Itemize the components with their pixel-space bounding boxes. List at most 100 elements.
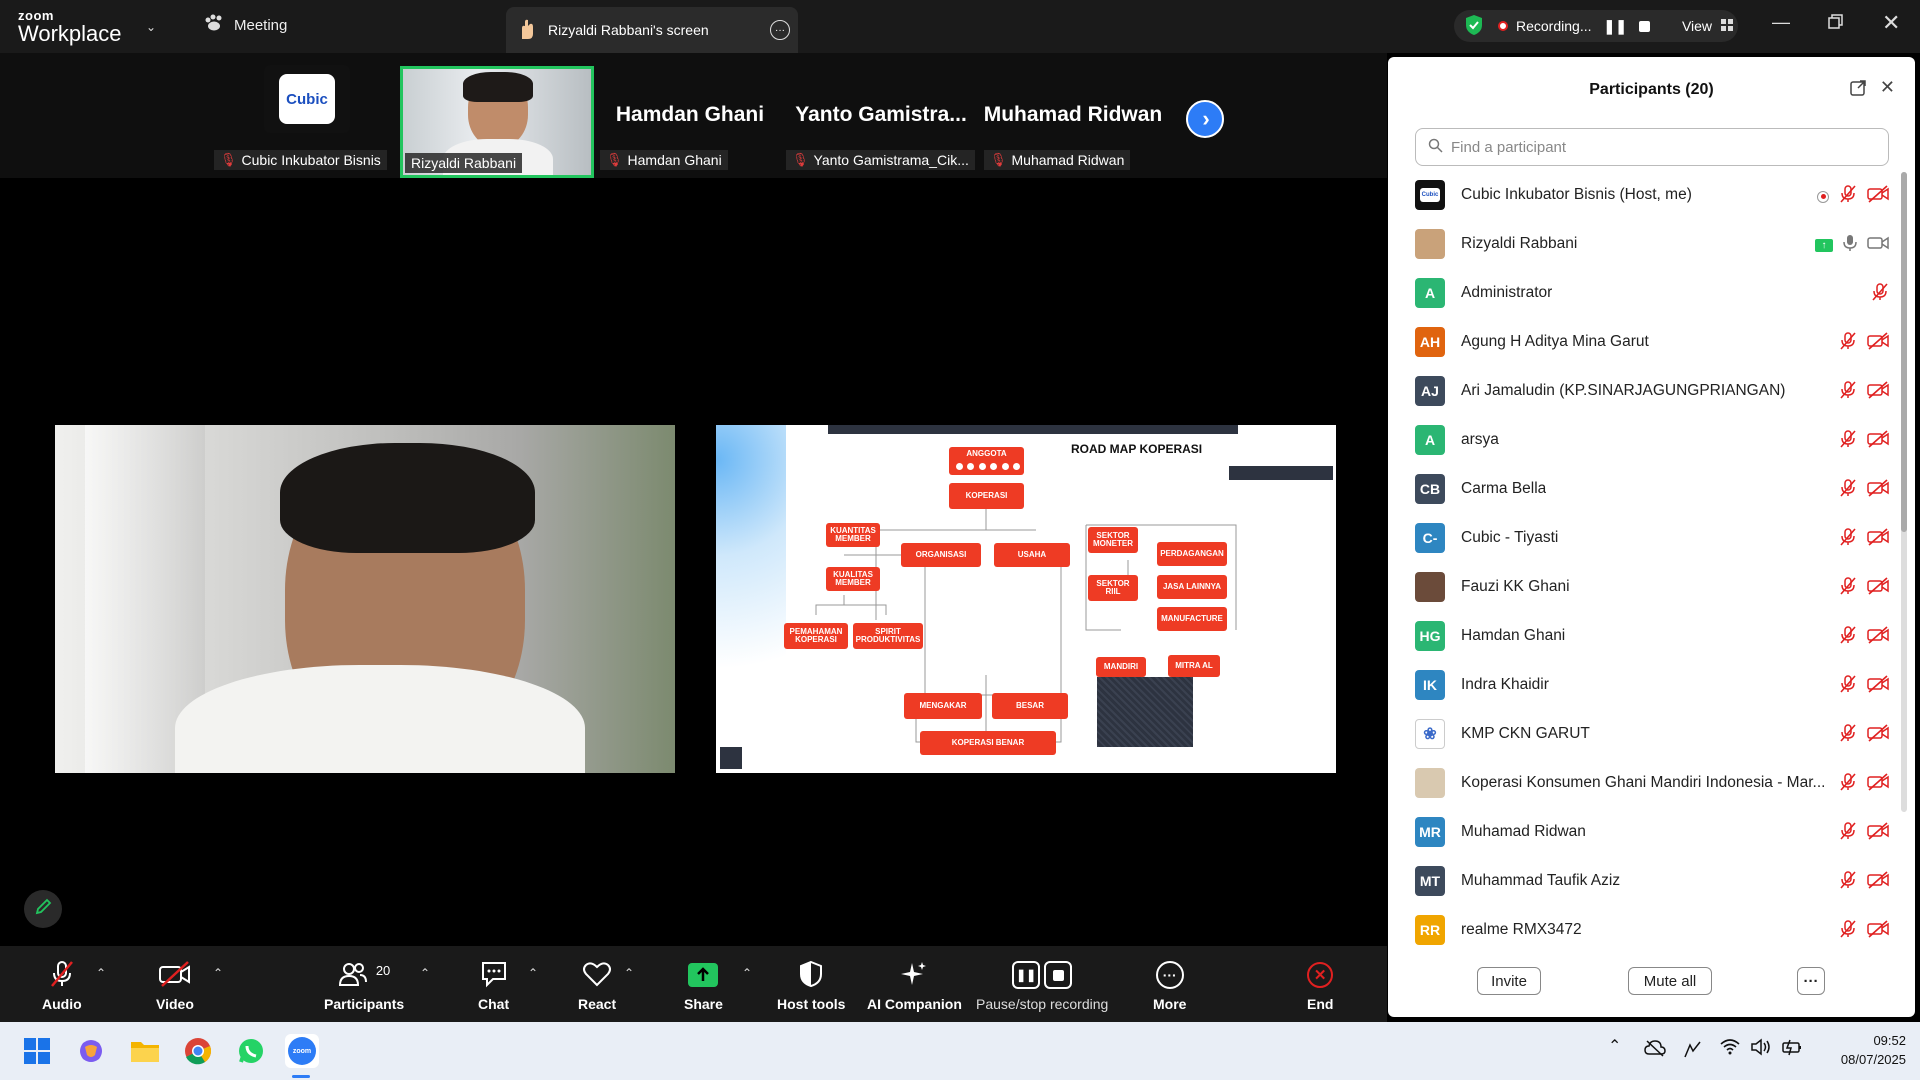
audio-options-caret-icon[interactable]: ⌃: [96, 966, 106, 980]
thumbnail-tile[interactable]: Muhamad Ridwan 🎙︎ Muhamad Ridwan: [978, 65, 1168, 175]
search-input[interactable]: Find a participant: [1415, 128, 1889, 166]
participant-row[interactable]: Rizyaldi Rabbani ↑: [1415, 219, 1889, 268]
end-icon: ✕: [1307, 962, 1334, 988]
chevron-up-icon[interactable]: ⌃: [1608, 1036, 1621, 1056]
thumbnail-tile[interactable]: Yanto Gamistra... 🎙︎ Yanto Gamistrama_Cik…: [786, 65, 976, 175]
clock-time: 09:52: [1873, 1033, 1906, 1048]
participants-options-caret-icon[interactable]: ⌃: [420, 966, 430, 980]
mute-all-button[interactable]: Mute all: [1628, 967, 1712, 995]
thumbnail-tile[interactable]: Hamdan Ghani 🎙︎ Hamdan Ghani: [600, 65, 780, 175]
audio-button[interactable]: Audio: [42, 960, 82, 1012]
node-spirit-produktivitas: SPIRIT PRODUKTIVITAS: [853, 623, 923, 649]
invite-button[interactable]: Invite: [1477, 967, 1541, 995]
participant-row[interactable]: A Administrator: [1415, 268, 1889, 317]
participant-row[interactable]: CB Carma Bella: [1415, 464, 1889, 513]
thumbnail-tile-active-speaker[interactable]: Rizyaldi Rabbani: [400, 66, 594, 178]
node-manufacture: MANUFACTURE: [1157, 607, 1227, 631]
participant-row[interactable]: MR Muhamad Ridwan: [1415, 807, 1889, 856]
more-options-button[interactable]: ···: [1797, 967, 1825, 995]
tab-meeting[interactable]: Meeting: [204, 14, 287, 36]
participant-name: Carma Bella: [1461, 479, 1547, 497]
stop-icon[interactable]: [1638, 20, 1650, 32]
mic-muted-icon: 🎙︎: [792, 152, 809, 167]
participants-button[interactable]: 20 Participants: [324, 960, 404, 1012]
hand-icon: [518, 18, 538, 43]
battery-icon[interactable]: [1780, 1038, 1804, 1061]
avatar: AJ: [1415, 375, 1445, 406]
share-button[interactable]: Share: [684, 960, 723, 1012]
thumbnail-tile[interactable]: Cubic 🎙︎ Cubic Inkubator Bisnis: [208, 65, 398, 175]
avatar: HG: [1415, 620, 1445, 651]
close-icon[interactable]: ✕: [1882, 10, 1900, 36]
mic-muted-icon: [1839, 625, 1857, 650]
zoom-workplace-logo: zoom Workplace: [18, 9, 122, 45]
participant-row[interactable]: Koperasi Konsumen Ghani Mandiri Indonesi…: [1415, 758, 1889, 807]
title-bar: zoom Workplace ⌄ Meeting Rizyaldi Rabban…: [0, 0, 1920, 53]
ai-companion-button[interactable]: AI Companion: [867, 960, 962, 1012]
close-panel-icon[interactable]: ✕: [1880, 77, 1895, 98]
participant-row[interactable]: RR realme RMX3472: [1415, 905, 1889, 954]
video-off-icon: [1867, 871, 1889, 894]
touch-icon[interactable]: [1682, 1039, 1704, 1064]
thumbnail-name-tag: 🎙︎ Muhamad Ridwan: [984, 150, 1131, 170]
whatsapp-icon[interactable]: [234, 1034, 268, 1068]
cloud-off-icon[interactable]: [1644, 1039, 1666, 1062]
more-options-icon[interactable]: ···: [770, 20, 790, 40]
thumbnail-name-tag: 🎙︎ Hamdan Ghani: [600, 150, 728, 170]
annotate-button[interactable]: [24, 890, 62, 928]
next-page-button[interactable]: ›: [1186, 100, 1224, 138]
volume-icon[interactable]: [1750, 1038, 1772, 1061]
mic-muted-icon: [1839, 919, 1857, 944]
share-options-caret-icon[interactable]: ⌃: [742, 966, 752, 980]
grid-view-icon[interactable]: [1720, 18, 1734, 35]
chrome-icon[interactable]: [181, 1034, 215, 1068]
more-button[interactable]: ··· More: [1153, 960, 1186, 1012]
pause-stop-recording-button[interactable]: ❚❚ Pause/stop recording: [976, 960, 1108, 1012]
participant-row[interactable]: Aarsya: [1415, 415, 1889, 464]
video-options-caret-icon[interactable]: ⌃: [213, 966, 223, 980]
participant-row[interactable]: Fauzi KK Ghani: [1415, 562, 1889, 611]
participant-row[interactable]: C- Cubic - Tiyasti: [1415, 513, 1889, 562]
participant-row[interactable]: MT Muhammad Taufik Aziz: [1415, 856, 1889, 905]
chevron-down-icon[interactable]: ⌄: [146, 20, 156, 34]
thumbnail-name: Yanto Gamistrama_Cik...: [813, 152, 969, 168]
react-button[interactable]: React: [578, 960, 616, 1012]
end-meeting-button[interactable]: ✕ End: [1307, 960, 1333, 1012]
zoom-taskbar-icon[interactable]: zoom: [285, 1034, 319, 1068]
react-options-caret-icon[interactable]: ⌃: [624, 966, 634, 980]
video-thumbnail-strip: Cubic 🎙︎ Cubic Inkubator Bisnis Rizyaldi …: [0, 53, 1387, 178]
mic-muted-icon: 🎙︎: [606, 152, 623, 167]
participant-name: Fauzi KK Ghani: [1461, 577, 1570, 595]
minimize-icon[interactable]: —: [1772, 12, 1790, 33]
paw-icon: [204, 14, 224, 36]
scrollbar[interactable]: [1901, 172, 1907, 812]
windows-start-icon[interactable]: [20, 1034, 54, 1068]
view-button[interactable]: View: [1682, 18, 1712, 34]
video-off-icon: [1867, 528, 1889, 551]
node-mengakar: MENGAKAR: [904, 693, 982, 719]
file-explorer-icon[interactable]: [128, 1034, 162, 1068]
participant-row[interactable]: AJ Ari Jamaludin (KP.SINARJAGUNGPRIANGAN): [1415, 366, 1889, 415]
node-koperasi: KOPERASI: [949, 483, 1024, 509]
pause-icon[interactable]: ❚❚: [1603, 18, 1626, 35]
participant-row[interactable]: AH Agung H Aditya Mina Garut: [1415, 317, 1889, 366]
popout-icon[interactable]: [1849, 79, 1867, 102]
participant-row[interactable]: HG Hamdan Ghani: [1415, 611, 1889, 660]
avatar: A: [1415, 277, 1445, 308]
clock[interactable]: 09:52 08/07/2025: [1816, 1031, 1906, 1069]
participant-row[interactable]: ❀ KMP CKN GARUT: [1415, 709, 1889, 758]
anggota-dots: [956, 463, 1020, 471]
node-besar: BESAR: [992, 693, 1068, 719]
host-tools-button[interactable]: Host tools: [777, 960, 845, 1012]
chat-button[interactable]: Chat: [478, 960, 509, 1012]
participant-row[interactable]: IK Indra Khaidir: [1415, 660, 1889, 709]
chat-options-caret-icon[interactable]: ⌃: [528, 966, 538, 980]
video-button[interactable]: Video: [156, 960, 194, 1012]
video-on-icon: [1867, 234, 1889, 257]
participant-row[interactable]: Cubic Cubic Inkubator Bisnis (Host, me): [1415, 170, 1889, 219]
tab-shared-screen[interactable]: Rizyaldi Rabbani's screen ···: [506, 7, 798, 53]
wifi-icon[interactable]: [1720, 1038, 1740, 1061]
restore-icon[interactable]: [1828, 14, 1844, 35]
copilot-icon[interactable]: [74, 1034, 108, 1068]
participant-name: Hamdan Ghani: [1461, 626, 1566, 644]
